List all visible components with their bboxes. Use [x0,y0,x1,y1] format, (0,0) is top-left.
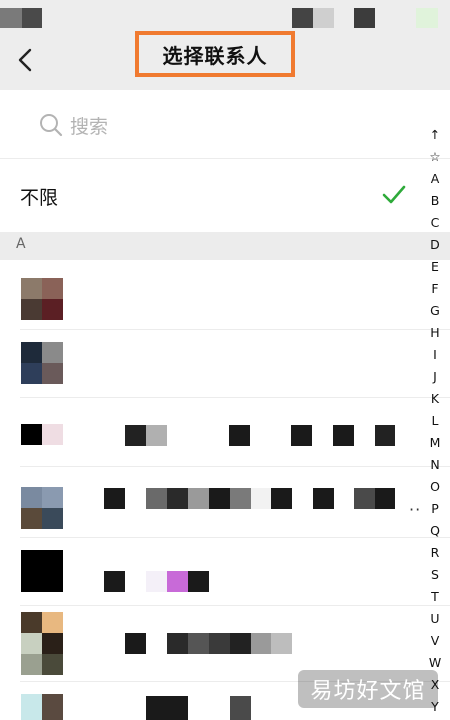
search-placeholder: 搜索 [70,116,109,138]
contact-name-redacted [230,696,251,720]
contact-row[interactable] [0,538,450,606]
section-letter: A [16,236,26,252]
contact-name-redacted [167,488,188,509]
avatar [21,278,63,320]
contact-name-redacted [188,571,209,592]
status-icon [292,8,313,28]
contact-row[interactable] [0,472,450,538]
contact-name-redacted [188,488,209,509]
contact-name-redacted [188,633,209,654]
avatar [21,487,63,529]
contact-name-redacted [209,633,230,654]
status-icon [0,8,22,28]
avatar [21,550,63,592]
contact-name-redacted [251,488,272,509]
contact-row[interactable] [0,330,450,398]
alphabet-index-letter[interactable]: V [431,630,440,652]
contact-row[interactable] [0,405,450,467]
alphabet-index-letter[interactable]: ☆ [429,146,440,168]
alphabet-index-letter[interactable]: J [433,366,437,388]
option-no-limit-label: 不限 [20,187,59,209]
contact-name-redacted [333,425,354,446]
contact-name-redacted [230,633,251,654]
contact-name-redacted [229,425,250,446]
status-icon [22,8,42,28]
alphabet-index-letter[interactable]: H [430,322,439,344]
alphabet-index-letter[interactable]: M [430,432,441,454]
status-icon [313,8,334,28]
avatar [21,612,63,675]
contact-name-redacted [104,571,125,592]
alphabet-index-letter[interactable]: N [430,454,439,476]
alphabet-index-letter[interactable]: B [431,190,440,212]
contact-name-redacted [146,571,167,592]
alphabet-index-letter[interactable]: E [431,256,439,278]
page-title: 选择联系人 [135,31,295,77]
alphabet-index-letter[interactable]: R [431,542,440,564]
nav-bar: 选择联系人 [0,31,450,90]
back-arrow-icon[interactable] [12,45,42,75]
contact-name-redacted [146,696,188,720]
alphabet-index-letter[interactable]: U [430,608,439,630]
contact-name-redacted [209,488,230,509]
alphabet-index-letter[interactable]: F [431,278,438,300]
alphabet-index-letter[interactable]: P [431,498,439,520]
contact-name-redacted [354,488,375,509]
contact-name-redacted [291,425,312,446]
contact-name-redacted [230,488,251,509]
contact-name-redacted [271,633,292,654]
contact-row[interactable] [0,268,450,330]
avatar [21,694,63,720]
contact-name-redacted [313,488,334,509]
alphabet-index-letter[interactable]: T [431,586,439,608]
contact-name-redacted [271,488,292,509]
contact-name-redacted [125,425,146,446]
alphabet-index-letter[interactable]: C [431,212,440,234]
contact-name-redacted [167,571,188,592]
contact-name-redacted [375,425,395,446]
status-icon [416,8,438,28]
contact-name-redacted [146,425,167,446]
contact-name-redacted [104,488,125,509]
alphabet-index[interactable]: ↑ ☆ A B C D E F G H I J K L M N O P Q R S T U V W X Y [424,124,446,718]
alphabet-index-letter[interactable]: ↑ [430,124,440,146]
search-bar[interactable]: 搜索 [0,90,450,159]
more-dots-icon: ·· [409,500,422,519]
contact-name-redacted [375,488,395,509]
contact-name-redacted [125,633,146,654]
contact-name-redacted [146,488,167,509]
alphabet-index-letter[interactable]: D [430,234,440,256]
alphabet-index-letter[interactable]: I [433,344,437,366]
checkmark-icon [382,185,406,204]
contact-name-redacted [251,633,272,654]
alphabet-index-letter[interactable]: A [431,168,440,190]
avatar [21,342,63,384]
avatar [21,424,63,445]
watermark: 易坊好文馆 [298,670,438,708]
alphabet-index-letter[interactable]: O [430,476,440,498]
section-header: A [0,232,450,260]
contact-name-redacted [167,633,188,654]
alphabet-index-letter[interactable]: Q [430,520,440,542]
status-icon [354,8,375,28]
alphabet-index-letter[interactable]: L [432,410,439,432]
alphabet-index-letter[interactable]: S [431,564,439,586]
alphabet-index-letter[interactable]: K [431,388,439,410]
alphabet-index-letter[interactable]: G [430,300,440,322]
search-icon [40,114,63,137]
